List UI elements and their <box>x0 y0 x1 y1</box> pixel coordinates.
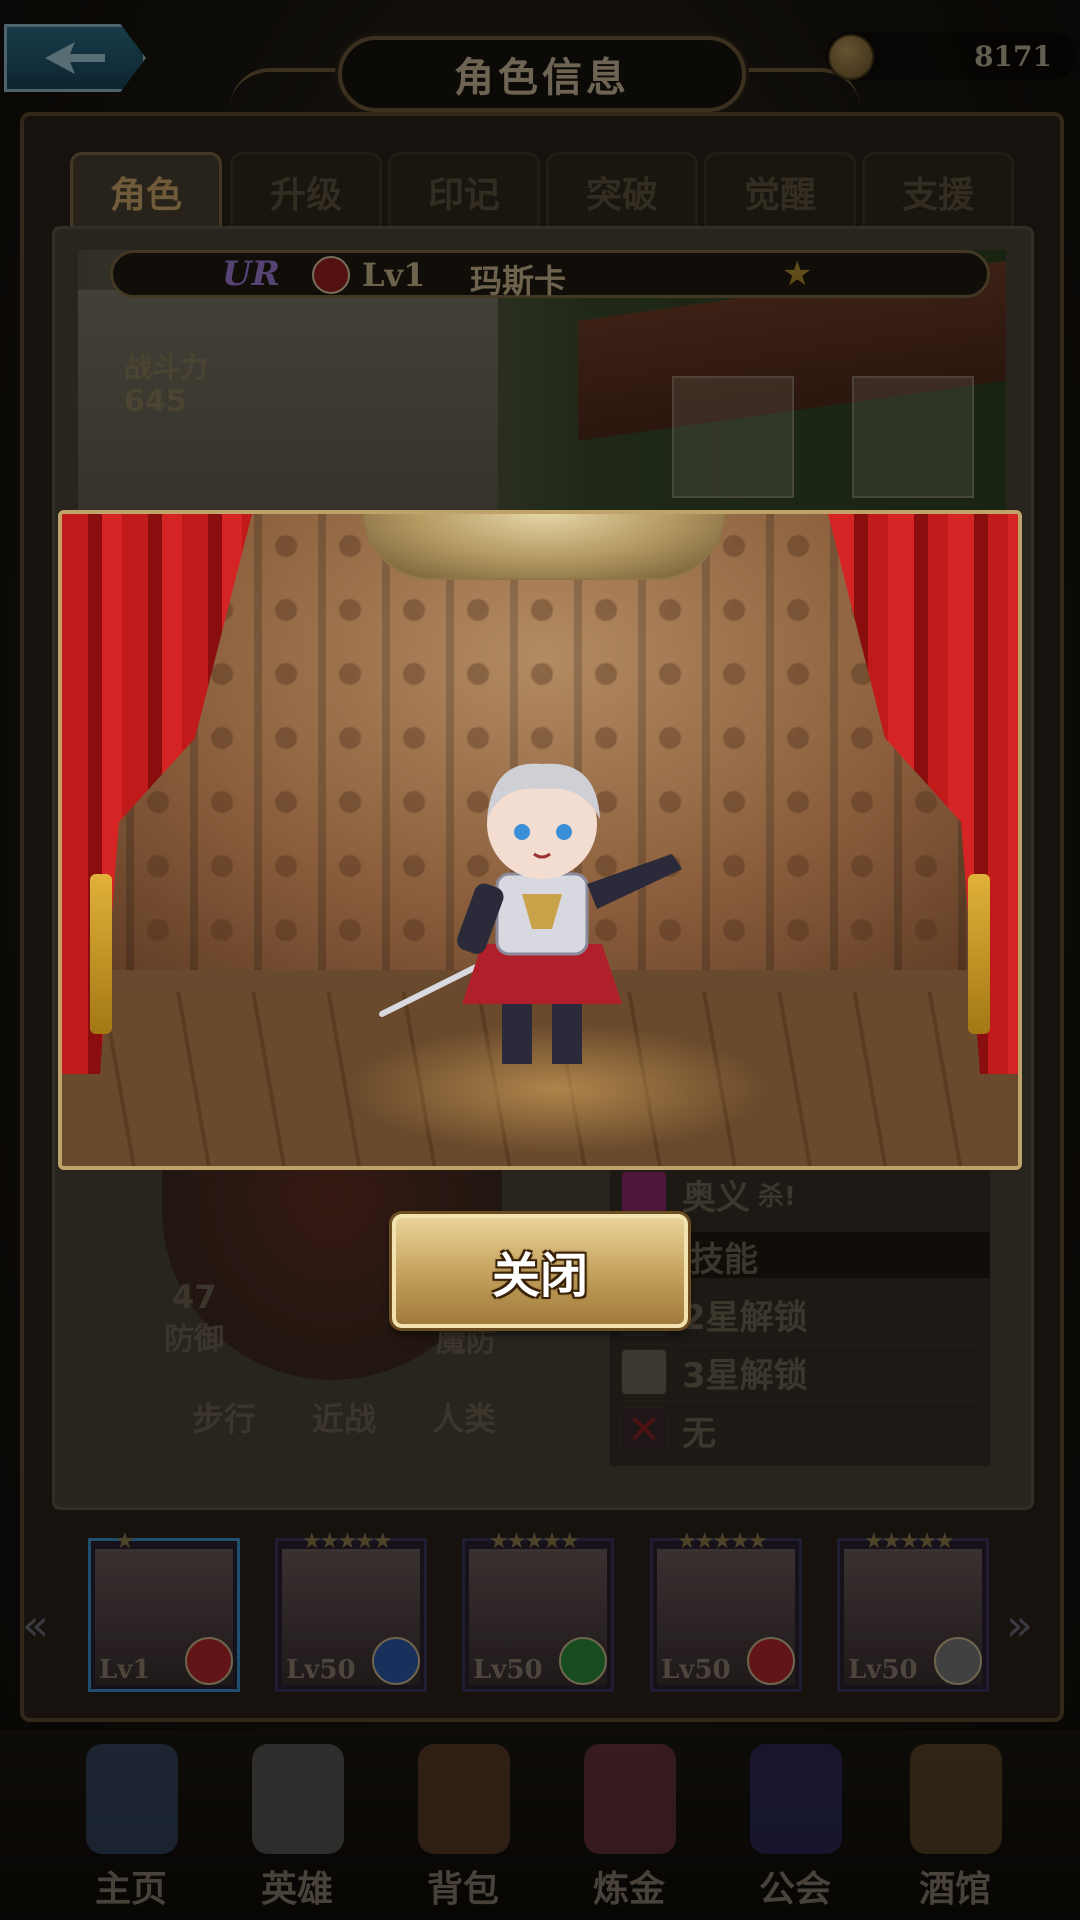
close-button[interactable]: 关闭 <box>392 1214 688 1328</box>
tassel-right <box>968 874 990 1034</box>
tassel-left <box>90 874 112 1034</box>
hero-sprite <box>379 763 682 1064</box>
stage-ornament <box>362 514 726 580</box>
stage-popup <box>58 510 1022 1170</box>
